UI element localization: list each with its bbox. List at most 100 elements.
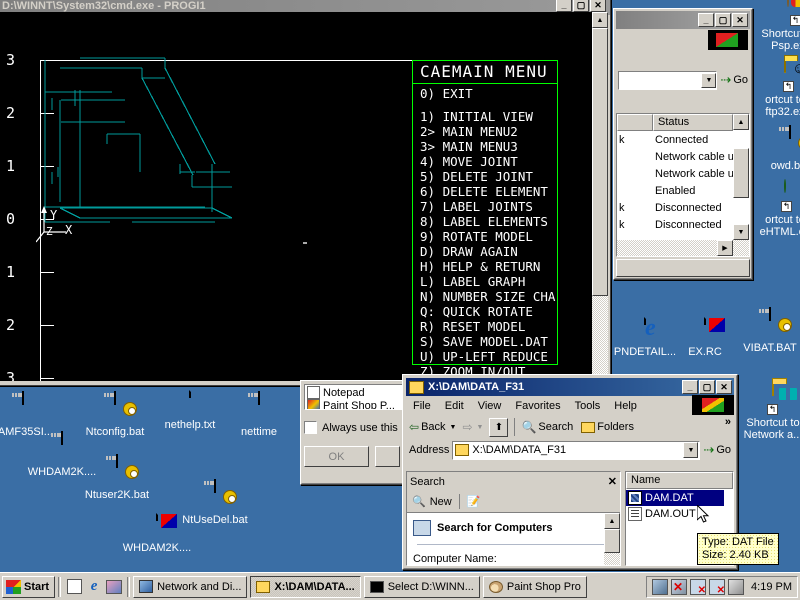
menu-item-quick-rotate[interactable]: Q: QUICK ROTATE (420, 304, 557, 319)
address-bar[interactable]: Address X:\DAM\DATA_F31 ▼ ⇢ Go (406, 439, 734, 461)
menu-help[interactable]: Help (607, 398, 644, 414)
vertical-scrollbar-thumb[interactable] (733, 148, 749, 198)
scrollbar-thumb[interactable] (592, 28, 608, 296)
network-window-titlebar[interactable]: _ ▢ ✕ (616, 11, 750, 29)
monitor-x-icon[interactable]: ✕ (690, 578, 707, 595)
taskbar-button-explorer[interactable]: X:\DAM\DATA... (250, 575, 361, 598)
explorer-window[interactable]: X:\DAM\DATA_F31 _ ▢ ✕ File Edit View Fav… (402, 374, 738, 570)
minimize-button[interactable]: _ (698, 13, 714, 27)
scrollbar-track[interactable] (604, 553, 620, 565)
menu-item-main-menu3[interactable]: 3> MAIN MENU3 (420, 139, 557, 154)
caemain-vertical-scrollbar[interactable]: ▲ (592, 12, 608, 381)
desktop-icon-ex-rc[interactable]: EX.RC (668, 311, 742, 358)
folders-button[interactable]: Folders (581, 421, 634, 433)
network-address-row[interactable]: ▼ ⇢ Go (616, 69, 750, 91)
search-button[interactable]: 🔍 Search (521, 420, 573, 434)
desktop-icon-nethelp-txt[interactable]: nethelp.txt (153, 384, 227, 431)
menu-item-up-left-reduce[interactable]: U) UP-LEFT REDUCE (420, 349, 557, 364)
go-button[interactable]: ⇢ Go (703, 442, 734, 458)
desktop-icon-shortcut-ehtml[interactable]: ↰ ortcut to eHTML.ex (748, 179, 800, 238)
minimize-button[interactable]: _ (682, 380, 698, 394)
menu-item-label-joints[interactable]: 7) LABEL JOINTS (420, 199, 557, 214)
clock[interactable]: 4:19 PM (751, 581, 792, 593)
chevron-down-icon[interactable]: ▼ (450, 424, 457, 431)
menu-file[interactable]: File (406, 398, 438, 414)
scroll-up-button[interactable]: ▲ (604, 513, 620, 529)
menu-item-label-graph[interactable]: L) LABEL GRAPH (420, 274, 557, 289)
close-icon[interactable]: ✕ (608, 475, 617, 488)
toolbar-overflow-button[interactable]: » (725, 416, 731, 428)
up-folder-icon[interactable]: ⬆ (489, 417, 509, 437)
desktop-icon-shortcut-network-a[interactable]: ↰ Shortcut to Network a... (734, 382, 800, 441)
desktop-icon-owd-bat[interactable]: owd.bat (753, 125, 800, 172)
minimize-button[interactable]: _ (556, 0, 572, 12)
menu-item-main-menu2[interactable]: 2> MAIN MENU2 (420, 124, 557, 139)
menu-item-help-return[interactable]: H) HELP & RETURN (420, 259, 557, 274)
taskbar-button-console[interactable]: Select D:\WINN... (363, 575, 480, 598)
search-pane-scrollbar[interactable]: ▲ (604, 513, 620, 565)
scroll-down-button[interactable]: ▼ (733, 224, 749, 240)
explorer-toolbar[interactable]: ⇦ Back ▼ ⇨ ▼ ⬆ 🔍 Search Folders » (406, 415, 734, 439)
table-row[interactable]: k Connected (617, 131, 749, 148)
open-with-dialog[interactable]: Notepad Paint Shop P... Always use this … (300, 380, 408, 485)
table-row[interactable]: k Disconnected (617, 199, 749, 216)
menu-item-number-size[interactable]: N) NUMBER SIZE CHA (420, 289, 557, 304)
network-connections-window[interactable]: _ ▢ ✕ ▼ ⇢ Go Status ▲ k Connected Networ… (613, 8, 753, 280)
open-dialog-app-list[interactable]: Notepad Paint Shop P... (304, 384, 404, 410)
table-row[interactable]: Network cable un (617, 148, 749, 165)
system-tray[interactable]: ✕ ✕ ✕ 4:19 PM (646, 575, 798, 598)
chevron-down-icon[interactable]: ▼ (683, 442, 699, 458)
desktop-icon-whdam2k-b[interactable]: WHDAM2K.... (120, 507, 194, 554)
quicklaunch-network[interactable] (104, 577, 124, 597)
menu-favorites[interactable]: Favorites (508, 398, 567, 414)
desktop-icon-vibat-bat[interactable]: VIBAT.BAT (733, 307, 800, 354)
caemain-menu-items[interactable]: 0) EXIT 1) INITIAL VIEW 2> MAIN MENU2 3>… (413, 84, 557, 379)
scroll-right-button[interactable]: ▶ (717, 240, 733, 256)
caemain-menu-panel[interactable]: CAEMAIN MENU 0) EXIT 1) INITIAL VIEW 2> … (412, 60, 558, 379)
scrollbar-thumb[interactable] (604, 529, 620, 553)
maximize-button[interactable]: ▢ (573, 0, 589, 12)
column-header-blank[interactable] (617, 114, 653, 131)
menu-item-exit[interactable]: 0) EXIT (420, 86, 557, 101)
list-item[interactable]: DAM.DAT (626, 490, 724, 506)
quicklaunch-notepad[interactable] (64, 577, 84, 597)
menu-item-draw-again[interactable]: D) DRAW AGAIN (420, 244, 557, 259)
network-icon[interactable] (652, 578, 669, 595)
desktop-icon-ntuser2k-bat[interactable]: Ntuser2K.bat (80, 454, 154, 501)
taskbar-button-network[interactable]: Network and Di... (133, 575, 248, 598)
always-use-checkbox-row[interactable]: Always use this (304, 421, 404, 434)
new-label[interactable]: New (430, 496, 452, 508)
ok-button[interactable]: OK (304, 446, 369, 467)
menu-item-initial-view[interactable]: 1) INITIAL VIEW (420, 109, 557, 124)
maximize-button[interactable]: ▢ (715, 13, 731, 27)
back-label[interactable]: Back (421, 421, 445, 433)
list-item[interactable]: DAM.OUT (626, 506, 733, 522)
explorer-titlebar[interactable]: X:\DAM\DATA_F31 _ ▢ ✕ (406, 378, 734, 396)
close-button[interactable]: ✕ (590, 0, 606, 12)
always-use-checkbox[interactable] (304, 421, 317, 434)
menu-edit[interactable]: Edit (438, 398, 471, 414)
scroll-up-button[interactable]: ▲ (733, 114, 749, 130)
explorer-menubar[interactable]: File Edit View Favorites Tools Help (406, 395, 734, 415)
caemain-console-window[interactable]: D:\WINNT\System32\cmd.exe - PROGI1 _ ▢ ✕ (0, 0, 611, 386)
table-row[interactable]: Enabled (617, 182, 749, 199)
monitor-x2-icon[interactable]: ✕ (709, 578, 726, 595)
desktop-icon-shortcut-ftp32[interactable]: ↰ ortcut to ftp32.ex (748, 59, 800, 118)
desktop-icon-nettime[interactable]: nettime (222, 391, 296, 438)
menu-tools[interactable]: Tools (568, 398, 608, 414)
menu-item-move-joint[interactable]: 4) MOVE JOINT (420, 154, 557, 169)
search-pane[interactable]: Search ✕ 🔍 New 📝 Search for Computers Co… (406, 471, 621, 566)
taskbar[interactable]: Start e Network and Di... X:\DAM\DATA...… (0, 572, 800, 600)
column-header-name[interactable]: Name (626, 472, 733, 489)
table-row[interactable]: Network cable un (617, 165, 749, 182)
desktop-icon-shortcut-psp[interactable]: ↰ Shortcut to Psp.ex (753, 0, 800, 52)
search-pane-toolbar[interactable]: 🔍 New 📝 (407, 491, 620, 513)
close-button[interactable]: ✕ (732, 13, 748, 27)
menu-item-delete-element[interactable]: 6) DELETE ELEMENT (420, 184, 557, 199)
cae-model-canvas[interactable]: 3 2 1 0 1 2 3 Y X Z CAEMAIN MENU 0) EXIT… (0, 12, 608, 381)
network-list-view[interactable]: Status ▲ k Connected Network cable un Net… (616, 113, 750, 257)
list-item[interactable]: Paint Shop P... (307, 399, 401, 409)
caemain-window-buttons[interactable]: _ ▢ ✕ (555, 0, 606, 12)
caemain-console-body[interactable]: 3 2 1 0 1 2 3 Y X Z CAEMAIN MENU 0) EXIT… (0, 12, 608, 381)
maximize-button[interactable]: ▢ (699, 380, 715, 394)
